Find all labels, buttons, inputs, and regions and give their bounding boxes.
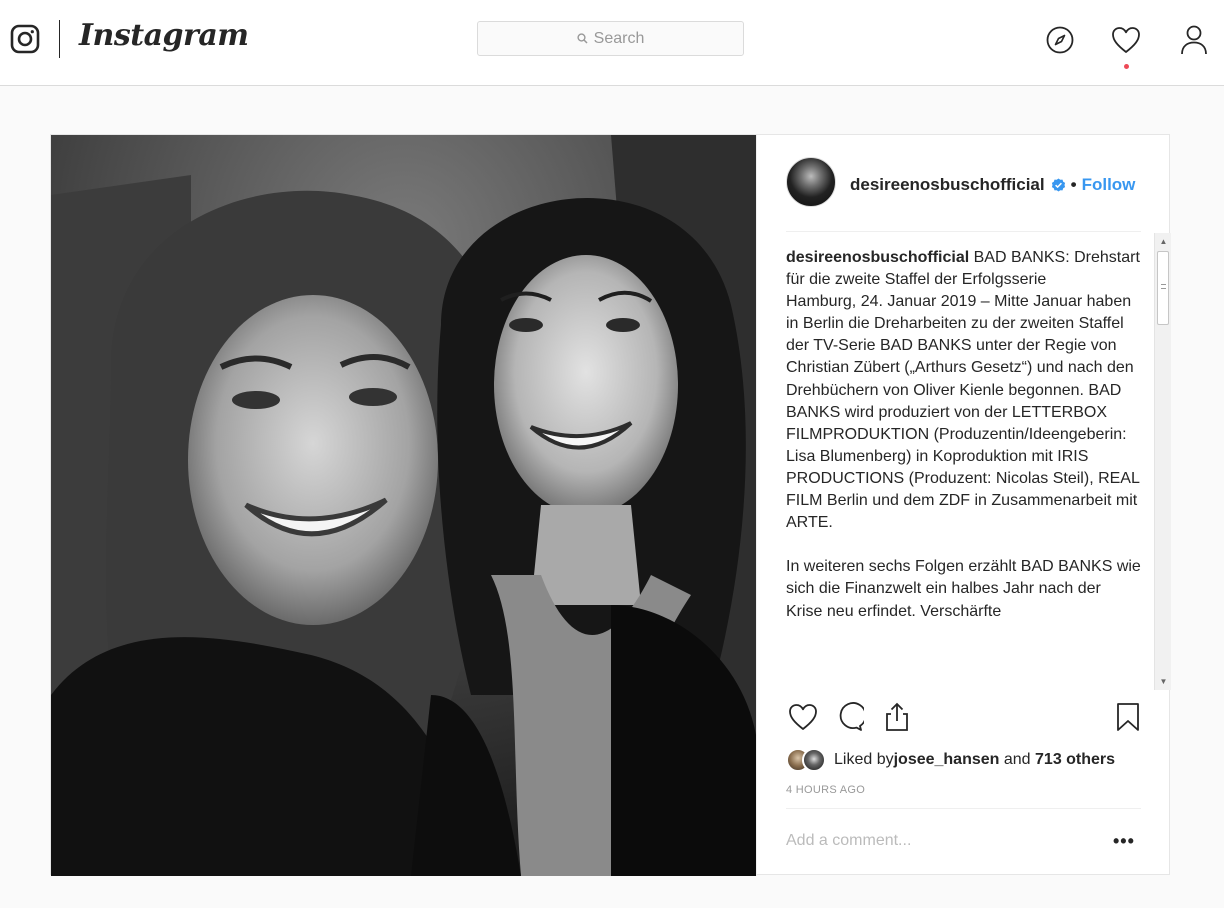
author-line: desireenosbuschofficial • Follow [850, 175, 1135, 195]
grip-icon [1161, 284, 1166, 289]
like-heart-icon[interactable] [786, 700, 820, 734]
add-comment-input[interactable]: Add a comment... [786, 832, 911, 850]
post-card: desireenosbuschofficial • Follow desiree… [50, 134, 1171, 876]
verified-badge-icon [1051, 178, 1066, 193]
search-placeholder: Search [593, 29, 645, 47]
caption: desireenosbuschofficial BAD BANKS: Drehs… [786, 237, 1141, 623]
post-actions [786, 700, 1141, 736]
explore-compass-icon[interactable] [1042, 22, 1078, 58]
liked-by-username[interactable]: josee_hansen [894, 751, 1000, 769]
caption-scroll-area[interactable]: desireenosbuschofficial BAD BANKS: Drehs… [786, 237, 1141, 692]
search-icon [577, 33, 588, 44]
likes-prefix: Liked by [834, 751, 894, 768]
scrollbar-thumb[interactable] [1157, 251, 1169, 325]
logo-divider [59, 20, 60, 58]
scroll-down-arrow-icon[interactable]: ▼ [1159, 677, 1168, 686]
header-divider [786, 231, 1141, 232]
search-box[interactable]: Search [477, 21, 744, 56]
instagram-wordmark[interactable]: Instagram [79, 18, 249, 53]
separator-dot: • [1070, 175, 1077, 194]
post-photo[interactable] [51, 135, 756, 876]
caption-text: BAD BANKS: Drehstart für die zweite Staf… [786, 249, 1141, 620]
post-side-panel: desireenosbuschofficial • Follow desiree… [756, 135, 1171, 876]
profile-icon[interactable] [1176, 22, 1212, 58]
post-header: desireenosbuschofficial • Follow [757, 135, 1170, 231]
comment-bubble-icon[interactable] [832, 700, 866, 734]
author-username[interactable]: desireenosbuschofficial [850, 175, 1045, 195]
more-options-button[interactable]: ••• [1113, 831, 1135, 852]
comment-divider [786, 808, 1141, 809]
avatar[interactable] [786, 157, 836, 207]
likes-line: Liked by josee_hansen and 713 others [786, 747, 1141, 773]
caption-scrollbar[interactable]: ▲ ▼ [1154, 233, 1171, 690]
likes-others-count[interactable]: 713 others [1035, 751, 1115, 769]
caption-username[interactable]: desireenosbuschofficial [786, 249, 969, 266]
top-navigation-bar: Instagram Search [0, 0, 1224, 86]
camera-logo-icon[interactable] [10, 24, 40, 54]
notification-dot [1124, 64, 1129, 69]
follow-button[interactable]: Follow [1082, 175, 1136, 195]
liker-avatar[interactable] [802, 748, 826, 772]
share-icon[interactable] [880, 700, 914, 734]
post-timestamp[interactable]: 4 HOURS AGO [786, 784, 865, 796]
scroll-up-arrow-icon[interactable]: ▲ [1159, 237, 1168, 246]
likes-and: and [999, 751, 1036, 768]
activity-heart-icon[interactable] [1108, 22, 1144, 58]
save-bookmark-icon[interactable] [1111, 700, 1145, 734]
liker-avatars [786, 748, 826, 772]
